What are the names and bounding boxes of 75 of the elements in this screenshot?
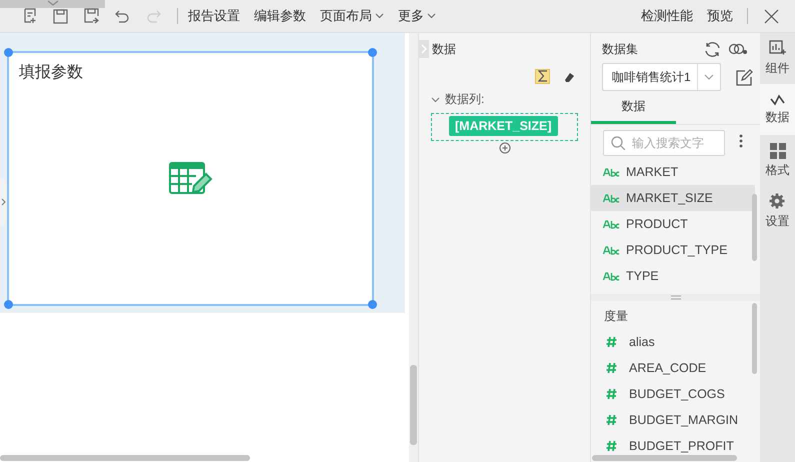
- toolbar-button[interactable]: 检测性能: [641, 7, 693, 25]
- field-item[interactable]: BUDGET_MARGIN: [591, 407, 755, 433]
- section-label: 度量: [603, 308, 629, 324]
- number-type-icon: [606, 440, 617, 452]
- chevron-down-icon: [46, 0, 58, 7]
- close-icon: [764, 8, 779, 24]
- more-icon[interactable]: [739, 134, 743, 148]
- refresh-icon[interactable]: [704, 40, 721, 58]
- scrollbar-thumb[interactable]: [410, 365, 417, 445]
- text-type-icon: [603, 168, 620, 176]
- report-widget[interactable]: 填报参数: [9, 53, 372, 304]
- chevron-down-icon: [704, 74, 714, 80]
- edit-icon[interactable]: [736, 68, 753, 86]
- text-type-icon: [603, 194, 620, 202]
- resize-handle[interactable]: [368, 48, 377, 57]
- text-type-icon: [603, 246, 620, 254]
- field-item[interactable]: PRODUCT: [591, 211, 755, 237]
- resize-handle[interactable]: [4, 48, 13, 57]
- sum-button[interactable]: [535, 68, 550, 84]
- sigma-icon: [538, 70, 548, 82]
- menu-button[interactable]: 报告设置: [188, 7, 240, 25]
- new-file-icon: [22, 8, 36, 24]
- resize-handle[interactable]: [368, 300, 377, 309]
- menu-button[interactable]: 更多: [398, 7, 436, 25]
- field-item[interactable]: MARKET: [591, 159, 755, 185]
- field-item[interactable]: alias: [591, 329, 755, 355]
- dataset-select[interactable]: 咖啡销售统计1: [602, 63, 721, 91]
- chevron-down-icon[interactable]: [431, 96, 440, 102]
- resize-handle[interactable]: [4, 300, 13, 309]
- chevron-down-icon: [375, 13, 384, 19]
- link-circles-icon[interactable]: [729, 43, 748, 55]
- eraser-icon[interactable]: [564, 70, 575, 82]
- field-item[interactable]: PRODUCT_TYPE: [591, 237, 755, 263]
- number-type-icon: [606, 388, 617, 400]
- save-icon: [53, 8, 68, 24]
- settings-icon: [768, 193, 786, 210]
- toolbar-button[interactable]: 预览: [707, 7, 733, 25]
- scrollbar-thumb[interactable]: [592, 455, 737, 461]
- grip-icon: [670, 295, 680, 300]
- chevron-right-icon: [1, 198, 6, 206]
- collapse-handle[interactable]: [0, 0, 105, 8]
- section-label: 数据集: [602, 40, 639, 58]
- panel-title: 数据: [432, 40, 456, 58]
- number-type-icon: [606, 362, 617, 374]
- redo-icon: [146, 9, 161, 23]
- text-type-icon: [603, 272, 620, 280]
- chevron-down-icon: [427, 13, 436, 19]
- field-item[interactable]: BUDGET_PROFIT: [591, 433, 755, 459]
- number-type-icon: [606, 414, 617, 426]
- line-chart-icon: [770, 94, 785, 106]
- chevron-right-icon: [421, 44, 427, 54]
- search-icon: [611, 136, 625, 150]
- scrollbar-thumb[interactable]: [0, 455, 250, 461]
- section-label: 数据列:: [445, 91, 484, 108]
- scrollbar-thumb[interactable]: [752, 303, 757, 374]
- grid-icon: [768, 142, 786, 159]
- number-type-icon: [606, 336, 617, 348]
- chart-add-icon: [768, 40, 786, 57]
- form-edit-icon: [168, 162, 212, 195]
- save-as-icon: [84, 8, 100, 24]
- field-item[interactable]: TYPE: [591, 263, 755, 289]
- side-tab[interactable]: 数据: [760, 84, 795, 135]
- text-type-icon: [603, 220, 620, 228]
- field-item[interactable]: AREA_CODE: [591, 355, 755, 381]
- tab[interactable]: 数据: [591, 96, 676, 124]
- search-field[interactable]: 输入搜索文字: [603, 130, 725, 156]
- scrollbar-thumb[interactable]: [752, 194, 757, 261]
- undo-icon: [115, 9, 130, 23]
- widget-title: 填报参数: [19, 62, 83, 83]
- field-item[interactable]: MARKET_SIZE: [591, 185, 755, 211]
- expand-handle[interactable]: [0, 179, 7, 225]
- menu-button[interactable]: 编辑参数: [254, 7, 306, 25]
- menu-button[interactable]: 页面布局: [320, 7, 384, 25]
- field-item[interactable]: BUDGET_COGS: [591, 381, 755, 407]
- add-icon[interactable]: [498, 142, 510, 154]
